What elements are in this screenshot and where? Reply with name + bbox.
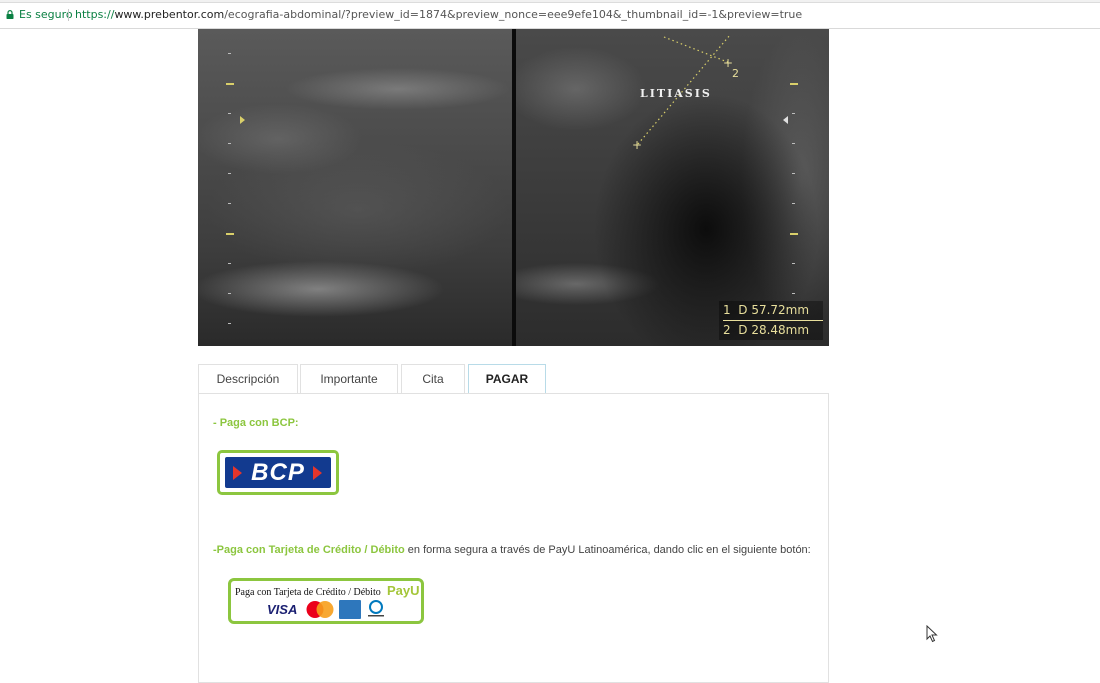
caliper-number: 2 [732,67,739,80]
caliper-cross-icon: + [632,138,643,152]
measurement-box: 1 D 57.72mm 2 D 28.48mm [719,301,823,340]
diners-club-icon [368,600,384,617]
payu-button-text: Paga con Tarjeta de Crédito / Débito [235,587,381,598]
url-scheme: https:// [75,8,115,21]
mastercard-icon [306,601,334,618]
tab-pagar[interactable]: PAGAR [468,364,546,394]
address-separator [68,9,69,21]
card-payment-text: en forma segura a través de PayU Latinoa… [404,544,811,556]
browser-tab-strip [0,0,1100,3]
visa-logo: VISA [267,602,298,617]
amex-icon [339,600,361,619]
bcp-chevron-icon [313,466,322,480]
cursor-icon [926,625,938,643]
url-path: /ecografia-abdominal/?preview_id=1874&pr… [224,8,803,21]
tab-importante[interactable]: Importante [300,364,398,394]
lock-icon [6,10,14,19]
tab-panel-pagar [198,393,829,683]
payu-button[interactable]: Paga con Tarjeta de Crédito / Débito Pay… [228,578,424,624]
card-payment-title: -Paga con Tarjeta de Crédito / Débito [213,544,405,556]
bcp-title: - Paga con BCP: [213,417,299,429]
bcp-logo: BCP [225,457,331,488]
payu-logo: PayU [387,583,420,598]
measurement-2: 2 D 28.48mm [723,323,810,337]
browser-address-bar: Es seguro https://www.prebentor.com/ecog… [0,0,1100,29]
card-payment-line: -Paga con Tarjeta de Crédito / Débito en… [213,544,811,556]
ultrasound-image: + + 2 LITIASIS 1 D 57.72mm 2 D 28.48mm [198,29,829,346]
tab-cita[interactable]: Cita [401,364,465,394]
url-field[interactable]: https://www.prebentor.com/ecografia-abdo… [75,8,802,21]
url-host: www.prebentor.com [114,8,225,21]
secure-label[interactable]: Es seguro [19,8,73,21]
ultrasound-label: LITIASIS [640,87,712,100]
bcp-button[interactable]: BCP [217,450,339,495]
measurement-1: 1 D 57.72mm [723,301,823,321]
tab-descripcion[interactable]: Descripción [198,364,298,394]
